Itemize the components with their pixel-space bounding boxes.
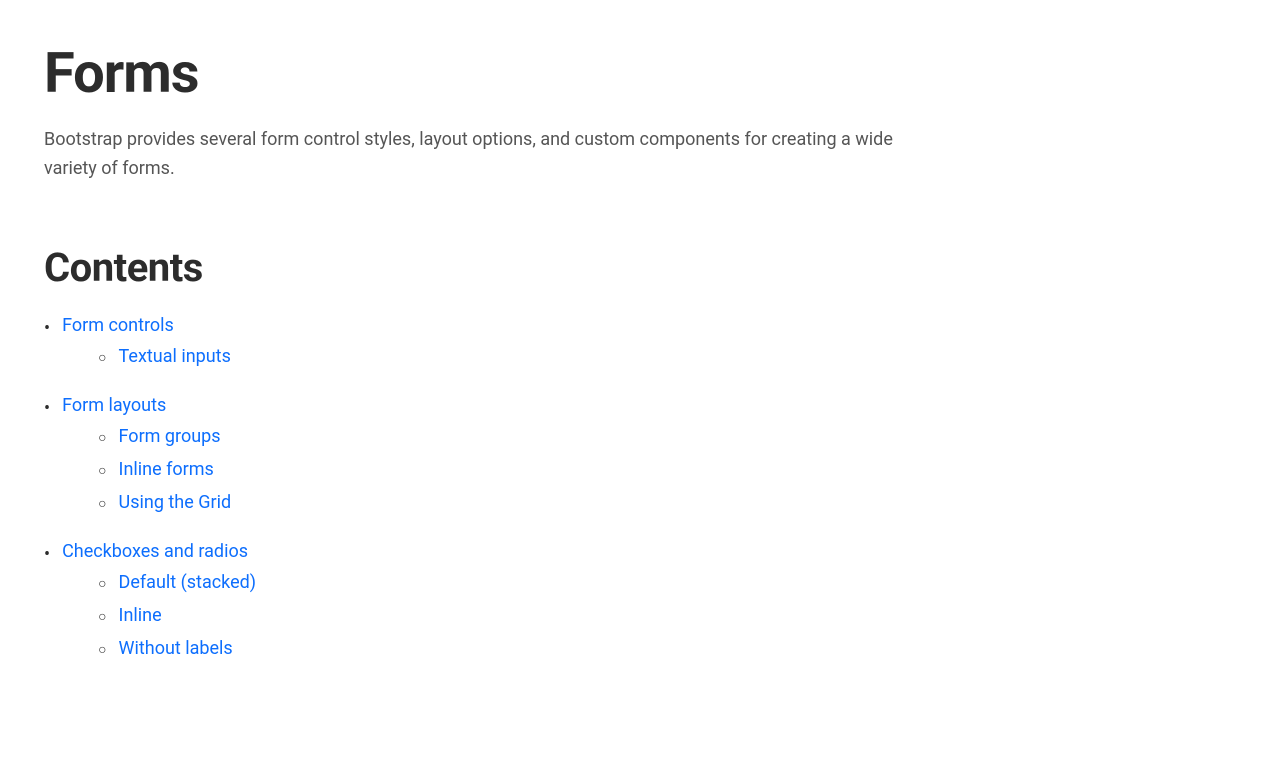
- open-bullet-icon: ○: [98, 462, 106, 479]
- toc-item-wrapper: Form layouts ○ Form groups ○ Inline form…: [62, 395, 231, 529]
- toc-sublist-form-controls: ○ Textual inputs: [98, 346, 231, 379]
- toc-subitem-default-stacked: ○ Default (stacked): [98, 572, 256, 593]
- toc-sublist-form-layouts: ○ Form groups ○ Inline forms ○ Using the…: [98, 426, 231, 525]
- toc-list: • Form controls ○ Textual inputs • Form …: [44, 315, 1220, 675]
- toc-subitem-form-groups: ○ Form groups: [98, 426, 231, 447]
- bullet-icon: •: [44, 544, 50, 565]
- open-bullet-icon: ○: [98, 429, 106, 446]
- toc-link-form-controls[interactable]: Form controls: [62, 315, 231, 336]
- toc-link-inline[interactable]: Inline: [119, 605, 162, 626]
- toc-subitem-using-the-grid: ○ Using the Grid: [98, 492, 231, 513]
- toc-subitem-inline: ○ Inline: [98, 605, 256, 626]
- toc-link-textual-inputs[interactable]: Textual inputs: [119, 346, 231, 367]
- toc-link-without-labels[interactable]: Without labels: [119, 638, 233, 659]
- page-description: Bootstrap provides several form control …: [44, 126, 944, 184]
- page-title: Forms: [44, 40, 1220, 106]
- toc-item-wrapper: Checkboxes and radios ○ Default (stacked…: [62, 541, 256, 675]
- open-bullet-icon: ○: [98, 495, 106, 512]
- toc-link-inline-forms[interactable]: Inline forms: [119, 459, 214, 480]
- open-bullet-icon: ○: [98, 349, 106, 366]
- toc-link-default-stacked[interactable]: Default (stacked): [119, 572, 257, 593]
- toc-subitem-inline-forms: ○ Inline forms: [98, 459, 231, 480]
- toc-item-form-controls: • Form controls ○ Textual inputs: [44, 315, 1220, 383]
- open-bullet-icon: ○: [98, 575, 106, 592]
- toc-subitem-without-labels: ○ Without labels: [98, 638, 256, 659]
- toc-link-using-the-grid[interactable]: Using the Grid: [119, 492, 232, 513]
- toc-link-checkboxes-and-radios[interactable]: Checkboxes and radios: [62, 541, 256, 562]
- toc-sublist-checkboxes: ○ Default (stacked) ○ Inline ○ Without l…: [98, 572, 256, 671]
- open-bullet-icon: ○: [98, 641, 106, 658]
- toc-link-form-groups[interactable]: Form groups: [119, 426, 221, 447]
- toc-item-wrapper: Form controls ○ Textual inputs: [62, 315, 231, 383]
- toc-item-checkboxes-and-radios: • Checkboxes and radios ○ Default (stack…: [44, 541, 1220, 675]
- toc-link-form-layouts[interactable]: Form layouts: [62, 395, 231, 416]
- contents-heading: Contents: [44, 244, 1220, 291]
- toc-item-form-layouts: • Form layouts ○ Form groups ○ Inline fo…: [44, 395, 1220, 529]
- bullet-icon: •: [44, 318, 50, 339]
- bullet-icon: •: [44, 398, 50, 419]
- toc-subitem-textual-inputs: ○ Textual inputs: [98, 346, 231, 367]
- open-bullet-icon: ○: [98, 608, 106, 625]
